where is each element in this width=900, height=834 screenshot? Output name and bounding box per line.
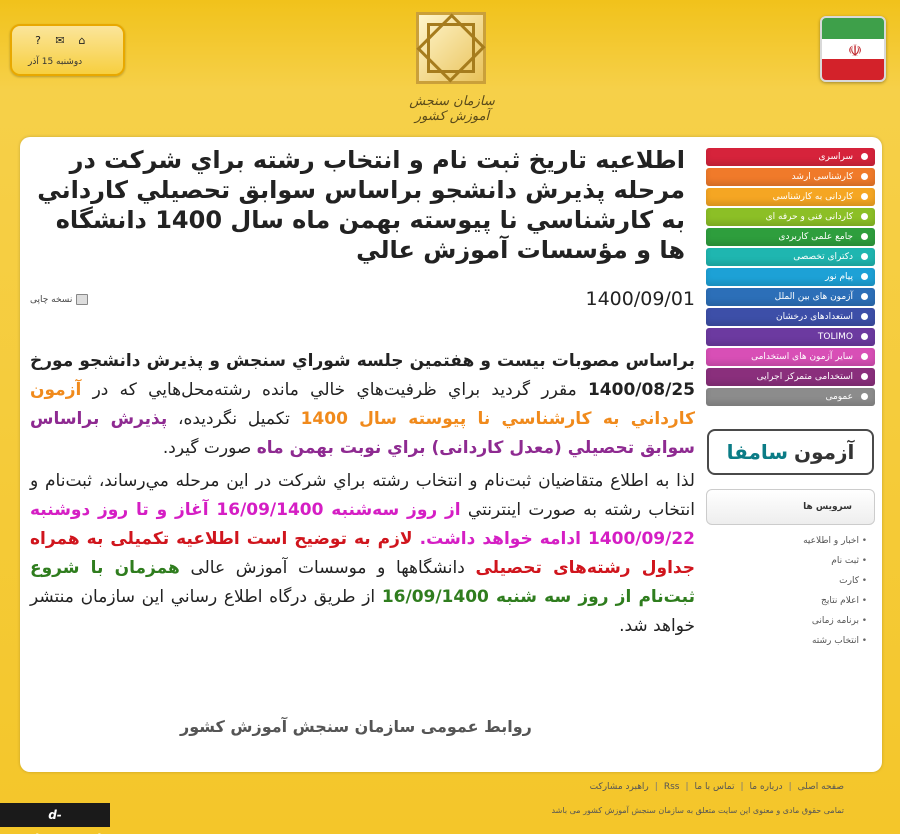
service-item[interactable]: اعلام نتایج [706,591,875,611]
menu-item[interactable]: TOLIMO [706,328,875,346]
menu-item[interactable]: پیام نور [706,268,875,286]
article-title: اطلاعيه تاريخ ثبت نام و انتخاب رشته براي… [37,146,685,264]
p2-s7: دانشگاهها و موسسات آموزش عالی [179,558,476,578]
printer-icon [76,294,89,305]
footer-link-rss[interactable]: Rss [664,782,680,792]
paragraph-2: لذا به اطلاع متقاضيان ثبت‌نام و انتخاب ر… [30,467,695,641]
menu-item[interactable]: سراسری [706,148,875,166]
menu-item[interactable]: استعدادهای درخشان [706,308,875,326]
services-list: اخبار و اطلاعیه ثبت نام کارت اعلام نتایج… [706,531,875,651]
p2-s4: 1400/09/22 [587,529,695,549]
p2-s2: از روز سه‌شنبه 16/09/1400 [216,500,461,520]
print-link[interactable]: نسخه چاپی [30,294,89,305]
current-date: دوشنبه 15 آذر [28,57,83,67]
copyright: تمامی حقوق مادی و معنوی این سایت متعلق ب… [551,806,844,815]
emblem-icon: ☫ [847,41,863,60]
footer-link-about[interactable]: درباره ما [750,782,783,792]
footer-separator: | [740,782,744,792]
article-body: براساس مصوبات بيست و هفتمين جلسه شوراي س… [30,347,695,645]
exam-menu: سراسری کارشناسی ارشد کاردانی به کارشناسی… [706,148,875,408]
footer-links: صفحه اصلی | درباره ما | تماس با ما | Rss… [590,782,844,792]
footer-separator: | [788,782,792,792]
toolbox: ? ✉ ⌂ دوشنبه 15 آذر [10,24,125,76]
p1-s7: صورت گيرد. [162,438,257,458]
service-item[interactable]: کارت [706,571,875,591]
content-panel: اطلاعيه تاريخ ثبت نام و انتخاب رشته براي… [20,137,882,772]
p2-s5: ادامه خواهد داشت. [412,529,588,549]
site-watermark: d-neyriz.tvu.ac.ir [0,803,110,834]
service-item[interactable]: انتخاب رشته [706,631,875,651]
footer-link-home[interactable]: صفحه اصلی [798,782,844,792]
p1-s1: براساس مصوبات بيست و هفتمين جلسه شوراي س… [30,351,695,371]
p1-s2: 1400/08/25 [587,380,695,400]
p1-s5: تكميل نگرديده، [167,409,301,429]
paragraph-1: براساس مصوبات بيست و هفتمين جلسه شوراي س… [30,347,695,463]
menu-item[interactable]: کارشناسی ارشد [706,168,875,186]
menu-item[interactable]: جامع علمی کاربردی [706,228,875,246]
menu-item[interactable]: سایر آزمون های استخدامی [706,348,875,366]
service-item[interactable]: اخبار و اطلاعیه [706,531,875,551]
service-item[interactable]: ثبت نام [706,551,875,571]
service-item[interactable]: برنامه زمانی [706,611,875,631]
samfa-part1: آزمون [794,440,855,464]
mail-icon[interactable]: ✉ [54,35,66,47]
logo-text: سازمان سنجش آموزش کشور [409,94,495,124]
article-signature: روابط عمومی سازمان سنجش آموزش کشور [180,717,532,736]
site-header: ? ✉ ⌂ دوشنبه 15 آذر سازمان سنجش آموزش کش… [0,0,900,135]
footer-separator: | [685,782,689,792]
menu-item[interactable]: دکترای تخصصی [706,248,875,266]
publish-date: 1400/09/01 [585,288,695,310]
article-meta: نسخه چاپی 1400/09/01 [30,288,695,316]
iran-flag-icon: ☫ [820,16,886,82]
article: اطلاعيه تاريخ ثبت نام و انتخاب رشته براي… [30,145,695,636]
toolbox-icons: ? ✉ ⌂ [32,35,88,47]
samfa-part2: سامفا [726,440,789,464]
samfa-banner[interactable]: آزمون سامفا [707,429,874,475]
menu-item[interactable]: آزمون های بین الملل [706,288,875,306]
footer-link-contact[interactable]: تماس با ما [695,782,735,792]
menu-item[interactable]: استخدامی متمرکز اجرایی [706,368,875,386]
menu-item[interactable]: کاردانی به کارشناسی [706,188,875,206]
print-label: نسخه چاپی [30,294,73,305]
menu-item[interactable]: عمومی [706,388,875,406]
home-icon[interactable]: ⌂ [76,35,88,47]
p1-s3: مقرر گرديد براي ظرفيت‌هاي خالي مانده رشت… [81,380,588,400]
p2-s3: آغاز و تا روز دوشنبه [30,500,217,520]
menu-item[interactable]: کاردانی فنی و حرفه ای [706,208,875,226]
footer-link-participation[interactable]: راهبرد مشارکت [590,782,649,792]
help-icon[interactable]: ? [32,35,44,47]
services-header: سرویس ها [706,489,875,525]
footer-separator: | [654,782,658,792]
site-logo[interactable] [416,12,486,84]
